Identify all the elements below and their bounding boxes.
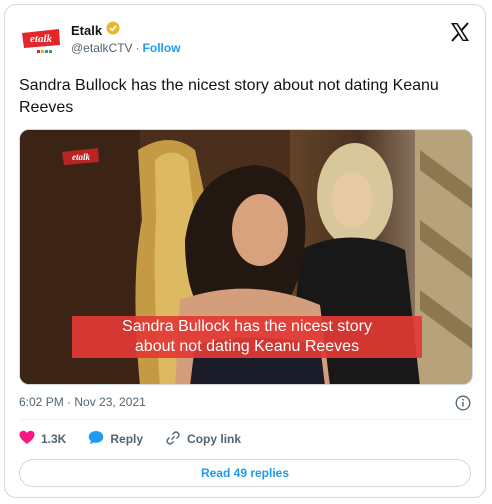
tweet-text: Sandra Bullock has the nicest story abou… [19, 77, 439, 116]
account-handle[interactable]: @etalkCTV [71, 41, 133, 55]
tweet-card: etalk Etalk @etalkCTV · Follow Sandra Bu… [4, 4, 486, 498]
x-logo-icon[interactable] [449, 21, 471, 43]
reply-label: Reply [110, 432, 144, 446]
etalk-logo[interactable]: etalk [19, 21, 63, 57]
tweet-timestamp[interactable]: 6:02 PM · Nov 23, 2021 [19, 395, 146, 409]
follow-button[interactable]: Follow [143, 41, 181, 55]
like-count: 1.3K [41, 432, 67, 446]
account-name[interactable]: Etalk [71, 23, 102, 38]
handle-row: @etalkCTV · Follow [71, 41, 181, 55]
video-caption: Sandra Bullock has the nicest story abou… [72, 316, 422, 358]
link-icon [165, 430, 181, 449]
separator-dot: · [135, 41, 140, 55]
heart-icon [19, 430, 35, 448]
info-icon[interactable] [455, 395, 471, 414]
reply-button[interactable]: Reply [88, 430, 143, 448]
reply-bubble-icon [88, 430, 104, 448]
action-bar: 1.3K Reply Copy link [19, 429, 263, 449]
account-name-row: Etalk [71, 21, 120, 40]
tweet-media[interactable]: etalk Sandra Bullock has the nicest stor… [19, 129, 473, 385]
caption-line-2: about not dating Keanu Reeves [134, 338, 360, 355]
verified-badge-icon [106, 21, 120, 40]
svg-text:etalk: etalk [30, 33, 52, 45]
read-replies-button[interactable]: Read 49 replies [19, 459, 471, 487]
timestamp-row: 6:02 PM · Nov 23, 2021 [19, 395, 471, 415]
copy-link-label: Copy link [187, 432, 242, 446]
divider [19, 419, 471, 420]
tweet-header: etalk Etalk @etalkCTV · Follow [19, 19, 471, 59]
like-button[interactable]: 1.3K [19, 430, 66, 448]
caption-line-1: Sandra Bullock has the nicest story [122, 318, 372, 335]
copy-link-button[interactable]: Copy link [165, 430, 241, 449]
svg-text:etalk: etalk [72, 152, 90, 162]
